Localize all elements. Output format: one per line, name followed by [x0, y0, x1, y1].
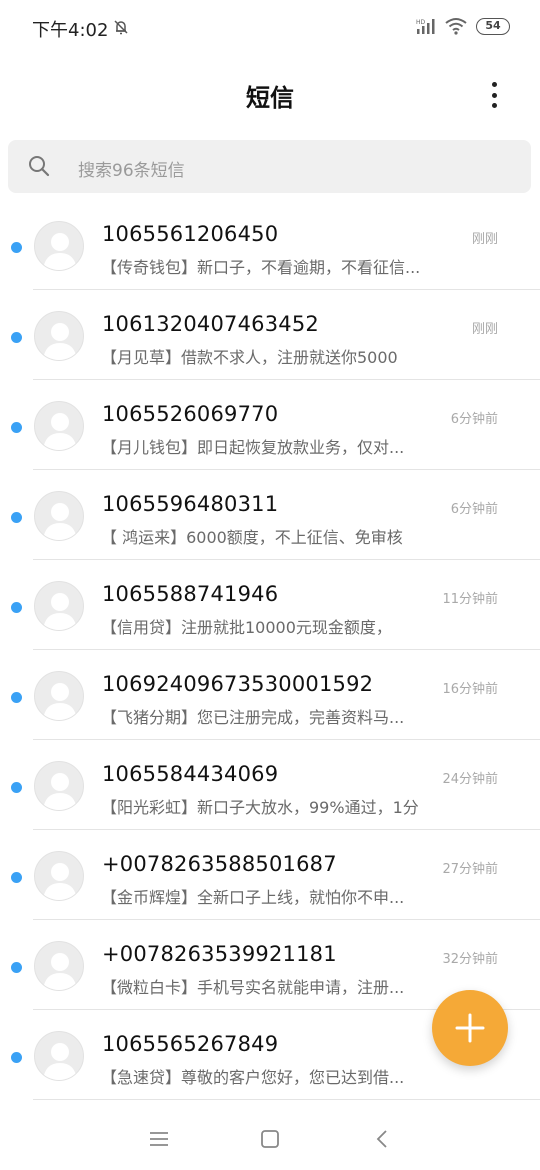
- default-avatar-icon: [34, 221, 84, 271]
- message-sender: 10692409673530001592: [102, 672, 374, 696]
- search-placeholder: 搜索96条短信: [78, 161, 185, 181]
- plus-icon: [455, 1013, 485, 1043]
- message-row[interactable]: 10692409673530001592 【飞猪分期】您已注册完成，完善资料马..…: [0, 650, 540, 740]
- unread-dot: [11, 422, 22, 433]
- message-time: 6分钟前: [450, 412, 498, 427]
- search-icon: [29, 156, 50, 177]
- message-snippet: 【微粒白卡】手机号实名就能申请，注册...: [101, 978, 405, 997]
- default-avatar-icon: [34, 491, 84, 541]
- status-time: 下午4:02: [32, 20, 109, 41]
- message-time: 16分钟前: [442, 682, 498, 697]
- message-time: 27分钟前: [442, 862, 498, 877]
- message-sender: 1061320407463452: [102, 312, 319, 336]
- menu-icon[interactable]: [146, 1126, 172, 1152]
- message-sender: 1065565267849: [102, 1032, 279, 1056]
- message-sender: 1065561206450: [102, 222, 279, 246]
- message-sender: +0078263539921181: [102, 942, 337, 966]
- message-snippet: 【飞猪分期】您已注册完成，完善资料马...: [101, 708, 405, 727]
- unread-dot: [11, 782, 22, 793]
- default-avatar-icon: [34, 581, 84, 631]
- message-snippet: 【月见草】借款不求人，注册就送你5000: [101, 348, 398, 367]
- default-avatar-icon: [34, 761, 84, 811]
- back-chevron-icon[interactable]: [370, 1126, 396, 1152]
- default-avatar-icon: [34, 311, 84, 361]
- unread-dot: [11, 512, 22, 523]
- more-dot: [491, 92, 497, 98]
- new-message-button[interactable]: [432, 990, 508, 1066]
- message-time: 刚刚: [471, 322, 498, 337]
- unread-dot: [11, 692, 22, 703]
- message-sender: 1065596480311: [102, 492, 279, 516]
- message-row[interactable]: 1065584434069 【阳光彩虹】新口子大放水，99%通过，1分 24分钟前: [0, 740, 540, 830]
- default-avatar-icon: [34, 851, 84, 901]
- more-dot: [491, 103, 497, 108]
- default-avatar-icon: [34, 1031, 84, 1081]
- page-title: 短信: [246, 84, 294, 112]
- message-row[interactable]: 1061320407463452 【月见草】借款不求人，注册就送你5000 刚刚: [0, 290, 540, 380]
- unread-dot: [11, 242, 22, 253]
- message-row[interactable]: 1065596480311 【 鸿运来】6000额度，不上征信、免审核 6分钟前: [0, 470, 540, 560]
- message-time: 6分钟前: [450, 502, 498, 517]
- unread-dot: [11, 602, 22, 613]
- message-sender: 1065526069770: [102, 402, 279, 426]
- default-avatar-icon: [34, 401, 84, 451]
- message-row[interactable]: +0078263588501687 【金币辉煌】全新口子上线，就怕你不申... 27…: [0, 830, 540, 920]
- battery-indicator: 54: [476, 18, 510, 35]
- wifi-icon: [445, 18, 467, 35]
- search-input[interactable]: 搜索96条短信: [8, 140, 531, 193]
- message-snippet: 【金币辉煌】全新口子上线，就怕你不申...: [101, 888, 405, 907]
- message-time: 24分钟前: [442, 772, 498, 787]
- svg-text:HD: HD: [416, 19, 426, 26]
- message-time: 刚刚: [471, 232, 498, 247]
- more-vertical-icon: [491, 82, 497, 87]
- unread-dot: [11, 962, 22, 973]
- home-square-icon[interactable]: [257, 1126, 283, 1152]
- message-list: 1065561206450 【传奇钱包】新口子，不看逾期，不看征信... 刚刚 106…: [0, 200, 540, 1100]
- message-snippet: 【信用贷】注册就批10000元现金额度，: [101, 618, 392, 637]
- unread-dot: [11, 332, 22, 343]
- message-row[interactable]: 1065588741946 【信用贷】注册就批10000元现金额度， 11分钟前: [0, 560, 540, 650]
- message-sender: +0078263588501687: [102, 852, 337, 876]
- message-snippet: 【传奇钱包】新口子，不看逾期，不看征信...: [101, 258, 421, 277]
- system-nav-bar: [0, 1110, 540, 1170]
- default-avatar-icon: [34, 941, 84, 991]
- message-snippet: 【 鸿运来】6000额度，不上征信、免审核: [101, 528, 403, 547]
- message-row[interactable]: 1065526069770 【月儿钱包】即日起恢复放款业务，仅对... 6分钟前: [0, 380, 540, 470]
- message-time: 32分钟前: [442, 952, 498, 967]
- signal-hd-icon: HD: [416, 19, 435, 34]
- message-snippet: 【急速贷】尊敬的客户您好，您已达到借...: [101, 1068, 405, 1087]
- message-row[interactable]: 1065561206450 【传奇钱包】新口子，不看逾期，不看征信... 刚刚: [0, 200, 540, 290]
- bell-off-icon: [114, 20, 128, 35]
- unread-dot: [11, 872, 22, 883]
- message-time: 11分钟前: [442, 592, 498, 607]
- unread-dot: [11, 1052, 22, 1063]
- message-sender: 1065584434069: [102, 762, 279, 786]
- message-sender: 1065588741946: [102, 582, 279, 606]
- message-snippet: 【月儿钱包】即日起恢复放款业务，仅对...: [101, 438, 405, 457]
- default-avatar-icon: [34, 671, 84, 721]
- message-snippet: 【阳光彩虹】新口子大放水，99%通过，1分: [101, 798, 419, 817]
- divider: [33, 1099, 540, 1100]
- header: 短信: [0, 56, 540, 134]
- status-bar: 下午4:02 HD 54: [0, 0, 540, 56]
- more-options-button[interactable]: [480, 78, 508, 112]
